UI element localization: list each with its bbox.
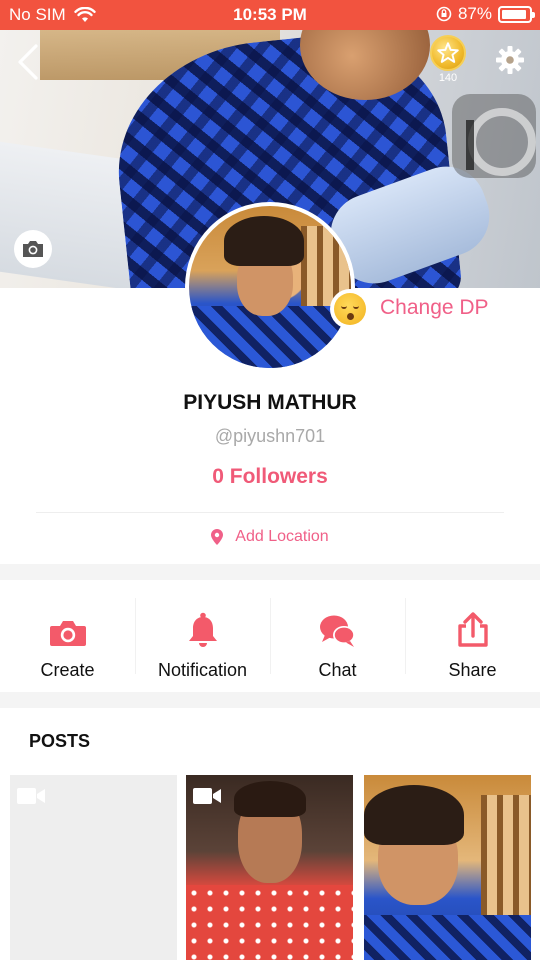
gear-icon[interactable]	[494, 44, 526, 76]
orientation-lock-icon	[436, 6, 452, 22]
profile-avatar[interactable]	[185, 202, 355, 372]
bell-icon	[188, 612, 217, 647]
status-right: 87%	[436, 4, 535, 24]
coin-star-icon[interactable]	[430, 35, 466, 71]
section-separator	[0, 564, 540, 580]
coin-count: 140	[438, 72, 458, 84]
change-dp-button[interactable]: Change DP	[380, 296, 489, 320]
star-icon	[437, 42, 459, 63]
camera-icon	[23, 241, 43, 257]
share-label: Share	[448, 660, 497, 680]
post-thumbnail[interactable]	[364, 775, 531, 960]
share-icon	[457, 612, 488, 647]
watermark-logo	[452, 94, 536, 178]
action-bar: Create Notification Chat Share	[0, 580, 540, 692]
video-camera-icon	[17, 788, 45, 804]
create-button[interactable]: Create	[0, 580, 135, 692]
video-camera-icon	[193, 788, 221, 804]
battery-percent: 87%	[457, 4, 492, 23]
add-location-label: Add Location	[235, 528, 329, 545]
avatar-shirt	[189, 306, 351, 368]
avatar-hair	[224, 216, 304, 266]
camera-icon	[49, 621, 86, 646]
create-label: Create	[40, 660, 95, 680]
profile-handle: @piyushn701	[214, 426, 326, 446]
kissing-face-emoji-icon[interactable]	[330, 289, 370, 329]
divider	[36, 512, 504, 513]
notification-label: Notification	[157, 660, 248, 680]
posts-heading: POSTS	[29, 731, 91, 751]
chat-bubbles-icon	[319, 615, 355, 647]
battery-icon	[498, 5, 535, 23]
post-thumbnail[interactable]	[186, 775, 353, 960]
chat-button[interactable]: Chat	[270, 580, 405, 692]
notification-button[interactable]: Notification	[135, 580, 270, 692]
status-bar: No SIM 10:53 PM 87%	[0, 0, 540, 30]
profile-name: PIYUSH MATHUR	[183, 391, 357, 414]
add-location-button[interactable]: Add Location	[0, 528, 540, 546]
change-cover-button[interactable]	[14, 230, 52, 268]
location-pin-icon	[211, 529, 224, 545]
back-chevron-icon[interactable]	[12, 42, 46, 82]
section-separator	[0, 692, 540, 708]
post-thumbnail[interactable]	[10, 775, 177, 960]
followers-count[interactable]: 0 Followers	[0, 465, 540, 489]
share-button[interactable]: Share	[405, 580, 540, 692]
chat-label: Chat	[318, 660, 357, 680]
